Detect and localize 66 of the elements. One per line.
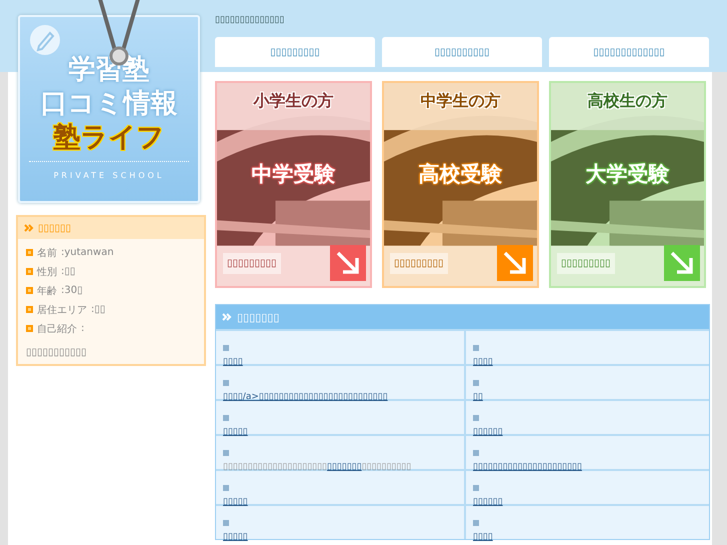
logo-text: 塾ライフ bbox=[54, 121, 164, 155]
intro-text: ▯▯▯▯▯▯▯▯▯▯▯ bbox=[26, 347, 88, 358]
bullet-icon bbox=[223, 450, 229, 456]
bullet-icon bbox=[26, 249, 33, 256]
nav-tab[interactable]: ▯▯▯▯▯▯▯▯▯▯▯▯▯ bbox=[549, 37, 709, 67]
bullet-icon bbox=[473, 520, 479, 526]
text-link[interactable]: ▯▯▯▯ bbox=[473, 357, 493, 367]
bullet-icon bbox=[223, 520, 229, 526]
text-link[interactable]: ▯▯▯▯ bbox=[223, 357, 243, 367]
text-link[interactable]: ▯▯▯▯▯ bbox=[223, 427, 248, 437]
text-link[interactable]: ▯▯▯▯▯▯▯▯▯▯▯▯▯▯▯▯▯▯▯▯▯▯ bbox=[473, 462, 582, 472]
card-exam: 高校受験 bbox=[418, 161, 502, 188]
card-audience: 小学生の方 bbox=[254, 91, 334, 112]
field-label: 自己紹介 bbox=[37, 322, 77, 336]
card-link[interactable]: ▯▯▯▯▯▯▯▯▯ bbox=[390, 252, 448, 274]
course-card[interactable]: 小学生の方 中学受験 ▯▯▯▯▯▯▯▯▯ bbox=[215, 81, 372, 288]
field-value: : bbox=[81, 323, 84, 334]
nav-tab[interactable]: ▯▯▯▯▯▯▯▯▯▯ bbox=[382, 37, 542, 67]
field-value: :yutanwan bbox=[61, 247, 114, 258]
bullet-icon bbox=[223, 485, 229, 491]
pencil-icon bbox=[30, 25, 60, 55]
bullet-icon bbox=[223, 415, 229, 421]
bullet-icon bbox=[223, 380, 229, 386]
field-value: :▯▯ bbox=[91, 304, 106, 315]
course-card[interactable]: 中学生の方 高校受験 ▯▯▯▯▯▯▯▯▯ bbox=[382, 81, 539, 288]
text-link[interactable]: ▯▯▯▯▯▯ bbox=[473, 427, 503, 437]
text-link[interactable]: ▯▯▯▯▯▯ bbox=[473, 497, 503, 507]
bullet-icon bbox=[473, 485, 479, 491]
field-value: :30▯ bbox=[61, 285, 83, 296]
panel-title: ▯▯▯▯▯▯ bbox=[38, 222, 72, 234]
bullet-icon bbox=[26, 325, 33, 332]
bullet-icon bbox=[223, 345, 229, 351]
cell-text: ▯▯▯▯▯▯▯▯▯▯▯▯▯▯▯▯▯▯▯▯▯ bbox=[223, 462, 328, 472]
card-link[interactable]: ▯▯▯▯▯▯▯▯▯ bbox=[223, 252, 281, 274]
bullet-icon bbox=[473, 380, 479, 386]
text-link[interactable]: ▯▯▯▯▯ bbox=[223, 532, 248, 542]
bullet-icon bbox=[26, 287, 33, 294]
table-title: ▯▯▯▯▯▯▯ bbox=[237, 310, 280, 324]
text-link[interactable]: ▯▯▯▯▯ bbox=[223, 497, 248, 507]
text-link[interactable]: ▯▯▯▯▯▯▯ bbox=[327, 462, 362, 472]
course-card[interactable]: 高校生の方 大学受験 ▯▯▯▯▯▯▯▯▯ bbox=[549, 81, 706, 288]
field-label: 居住エリア bbox=[37, 304, 87, 316]
field-label: 名前 bbox=[37, 246, 57, 260]
text-link[interactable]: ▯▯ bbox=[473, 392, 483, 402]
text-link[interactable]: ▯▯▯▯ bbox=[473, 532, 493, 542]
bullet-icon bbox=[473, 345, 479, 351]
cell-text: ▯▯▯▯▯▯▯▯▯▯ bbox=[362, 462, 412, 472]
chevrons-icon bbox=[24, 224, 34, 232]
site-caption: ▯▯▯▯▯▯▯▯▯▯▯▯▯▯ bbox=[215, 15, 286, 27]
card-exam: 大学受験 bbox=[586, 161, 670, 188]
bullet-icon bbox=[26, 268, 33, 275]
field-value: :▯▯ bbox=[61, 266, 76, 277]
logo-subtitle: PRIVATE SCHOOL bbox=[54, 171, 164, 180]
card-link[interactable]: ▯▯▯▯▯▯▯▯▯ bbox=[557, 252, 615, 274]
card-audience: 高校生の方 bbox=[588, 91, 668, 112]
card-audience: 中学生の方 bbox=[420, 91, 500, 112]
chevrons-icon bbox=[222, 313, 232, 321]
bullet-icon bbox=[473, 415, 479, 421]
nav-tab[interactable]: ▯▯▯▯▯▯▯▯▯ bbox=[215, 37, 375, 67]
logo-text: 口コミ情報 bbox=[40, 87, 178, 121]
card-exam: 中学受験 bbox=[252, 161, 336, 188]
field-label: 年齢 bbox=[37, 284, 57, 298]
field-label: 性別 bbox=[37, 266, 57, 278]
bullet-icon bbox=[26, 306, 33, 313]
bullet-icon bbox=[473, 450, 479, 456]
text-link[interactable]: ▯▯▯▯/a>▯▯▯▯▯▯▯▯▯▯▯▯▯▯▯▯▯▯▯▯▯▯▯▯▯▯ bbox=[223, 392, 388, 402]
